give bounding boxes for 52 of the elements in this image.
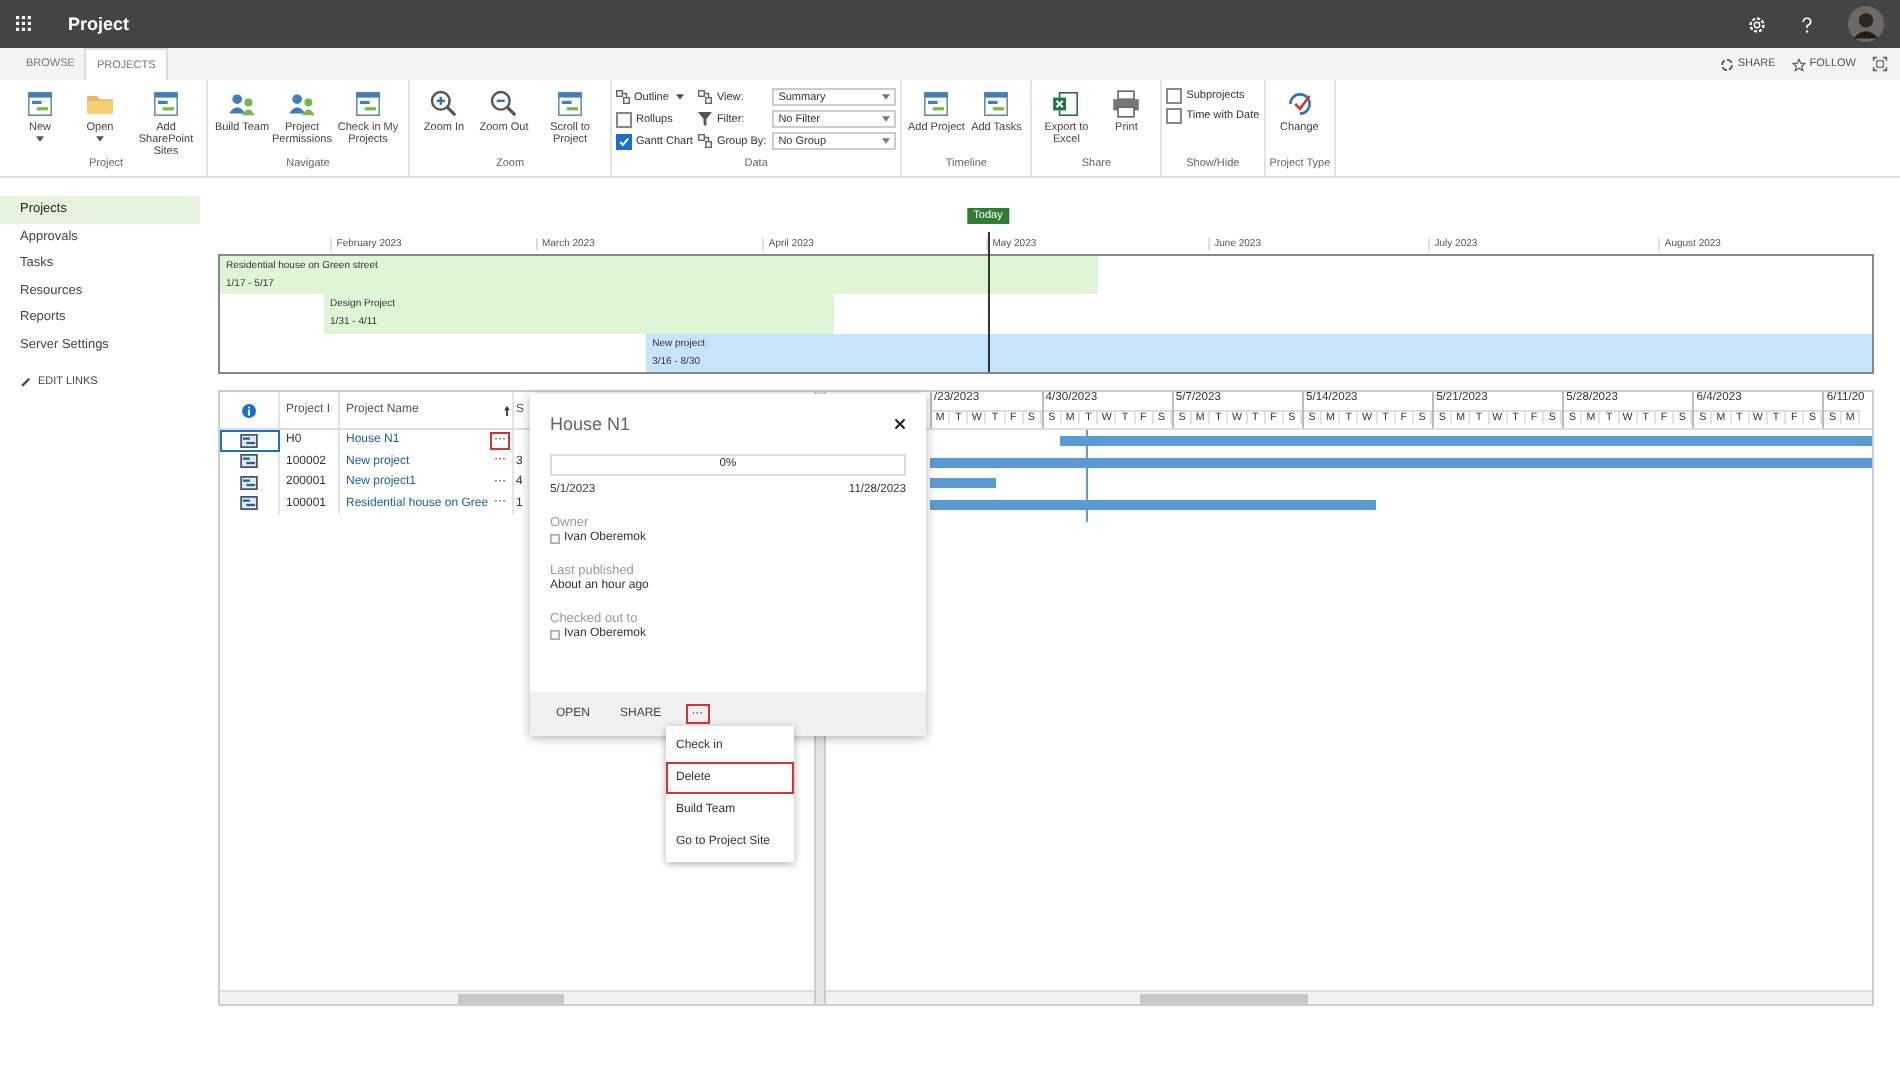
zoom-out-icon — [488, 88, 520, 120]
sort-arrow-icon — [504, 405, 510, 415]
horizontal-scrollbar[interactable] — [220, 990, 814, 1004]
help-icon[interactable] — [1798, 15, 1816, 33]
focus-icon[interactable] — [1872, 56, 1888, 72]
caret-icon — [882, 94, 891, 100]
document-icon — [980, 88, 1013, 120]
funnel-icon — [698, 112, 713, 126]
caret-icon — [882, 138, 891, 144]
avatar-icon[interactable] — [1848, 6, 1884, 42]
checkbox[interactable] — [1166, 88, 1183, 104]
star-icon — [1791, 57, 1806, 71]
refresh-check-icon — [1283, 88, 1316, 120]
people-icon — [226, 88, 258, 120]
project-icon — [240, 454, 258, 469]
gantt-bar[interactable] — [930, 499, 1377, 509]
today-line — [988, 232, 991, 372]
squares-icon — [698, 90, 713, 104]
caret-icon — [882, 116, 891, 122]
image-placeholder-icon — [550, 629, 560, 639]
image-placeholder-icon — [550, 533, 560, 543]
info-icon — [242, 403, 256, 417]
document-icon — [920, 88, 953, 120]
squares-icon — [698, 134, 713, 148]
caret-icon — [36, 136, 44, 142]
caret-icon — [96, 136, 104, 142]
checkbox[interactable] — [616, 111, 632, 127]
pencil-icon — [20, 376, 32, 388]
settings-icon[interactable] — [1748, 15, 1766, 33]
document-icon — [352, 88, 384, 120]
caret-icon — [676, 94, 685, 100]
horizontal-scrollbar[interactable] — [826, 990, 1872, 1004]
today-line — [1086, 430, 1089, 522]
document-icon — [150, 88, 182, 120]
share-icon — [1719, 57, 1734, 71]
squares-icon — [616, 90, 630, 104]
project-icon — [240, 475, 258, 490]
app-title: Project — [68, 14, 130, 34]
callout-title: House N1 — [550, 414, 631, 434]
zoom-in-icon — [428, 88, 460, 120]
printer-icon — [1110, 88, 1143, 120]
spreadsheet-icon — [1050, 88, 1083, 120]
document-icon — [554, 88, 586, 120]
project-icon — [240, 433, 258, 448]
checkbox[interactable] — [616, 133, 632, 149]
document-icon — [24, 88, 56, 120]
close-icon[interactable] — [894, 418, 906, 430]
people-icon — [286, 88, 318, 120]
gantt-bar[interactable] — [930, 457, 1872, 467]
app-launcher-icon[interactable] — [16, 16, 32, 32]
checkbox[interactable] — [1166, 108, 1183, 124]
project-icon — [240, 496, 258, 511]
